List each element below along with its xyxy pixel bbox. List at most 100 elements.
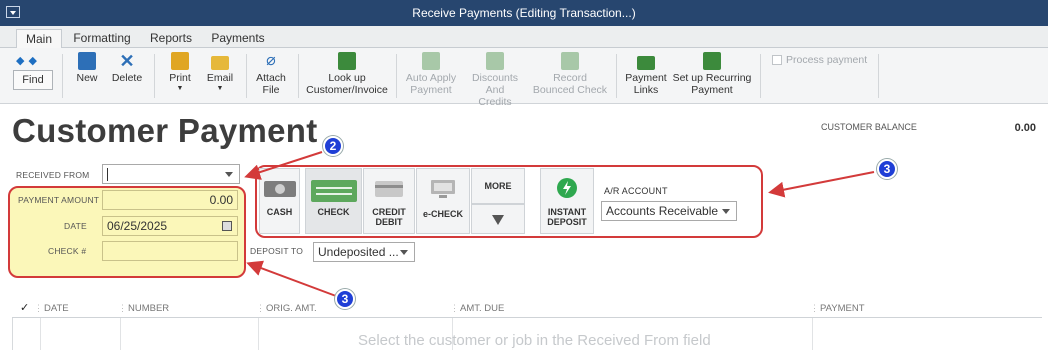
process-payment-checkbox[interactable]: Process payment <box>772 54 867 66</box>
lightning-icon <box>557 178 577 198</box>
title-bar: Receive Payments (Editing Transaction...… <box>0 0 1048 26</box>
instant-label: INSTANT <box>547 207 587 217</box>
recurring-calendar-icon <box>703 52 721 70</box>
new-document-icon <box>78 52 96 70</box>
toolbar-separator <box>396 54 397 98</box>
instant-deposit-label: INSTANT DEPOSIT <box>541 207 593 227</box>
payment-links-label-2: Links <box>633 84 659 96</box>
chevron-down-icon <box>722 209 730 214</box>
attach-label-1: Attach <box>256 72 286 84</box>
email-button[interactable]: Email ▼ <box>204 52 236 92</box>
auto-apply-label-1: Auto Apply <box>405 72 457 84</box>
text-cursor <box>107 168 108 182</box>
toolbar-separator <box>62 54 63 98</box>
ar-account-dropdown[interactable]: Accounts Receivable <box>601 201 737 221</box>
printer-icon <box>171 52 189 70</box>
chevron-down-icon: ▼ <box>176 85 184 92</box>
step-marker-3: 3 <box>877 159 897 179</box>
column-divider: ⋮ <box>118 303 127 313</box>
instant-deposit-button[interactable]: INSTANT DEPOSIT <box>540 168 594 234</box>
received-from-label: RECEIVED FROM <box>16 170 90 180</box>
payment-amount-input[interactable]: 0.00 <box>102 190 238 210</box>
auto-apply-icon <box>422 52 440 70</box>
discounts-credits-button[interactable]: Discounts And Credits <box>462 52 528 108</box>
setup-recurring-payment-button[interactable]: Set up Recurring Payment <box>672 52 752 96</box>
cash-method-button[interactable]: CASH <box>259 168 300 234</box>
tab-payments[interactable]: Payments <box>208 29 268 48</box>
find-button[interactable]: Find <box>13 70 53 90</box>
auto-apply-payment-button[interactable]: Auto Apply Payment <box>404 52 458 96</box>
received-from-dropdown[interactable] <box>102 164 240 184</box>
column-divider: ⋮ <box>256 303 265 313</box>
attach-file-button[interactable]: ⌀ Attach File <box>254 52 288 96</box>
email-icon <box>211 56 229 70</box>
column-divider: ⋮ <box>450 303 459 313</box>
tab-reports[interactable]: Reports <box>146 29 196 48</box>
window-title: Receive Payments (Editing Transaction...… <box>412 6 636 20</box>
prev-next-arrows-icon[interactable]: ◆◆ <box>16 54 41 67</box>
check-method-button[interactable]: CHECK <box>305 168 362 234</box>
column-divider: ⋮ <box>34 303 43 313</box>
empty-table-message: Select the customer or job in the Receiv… <box>358 332 711 349</box>
more-methods-button[interactable]: MORE <box>471 168 525 204</box>
deposit-to-dropdown[interactable]: Undeposited ... <box>313 242 415 262</box>
new-label: New <box>76 72 98 84</box>
toolbar-separator <box>154 54 155 98</box>
date-value: 06/25/2025 <box>107 219 168 233</box>
payment-column-header[interactable]: PAYMENT <box>820 303 865 314</box>
echeck-label: e-CHECK <box>422 209 463 219</box>
process-payment-label: Process payment <box>786 54 868 66</box>
deposit-to-value: Undeposited ... <box>318 245 399 259</box>
lookup-customer-invoice-button[interactable]: Look up Customer/Invoice <box>304 52 390 96</box>
tab-formatting[interactable]: Formatting <box>70 29 134 48</box>
payment-links-button[interactable]: Payment Links <box>624 52 668 96</box>
ribbon-tabs: Main Formatting Reports Payments <box>0 26 1048 48</box>
check-number-label: CHECK # <box>48 246 87 256</box>
toolbar-separator <box>616 54 617 98</box>
toolbar-separator <box>298 54 299 98</box>
monitor-icon <box>431 180 455 198</box>
check-label: CHECK <box>317 207 350 217</box>
more-methods-dropdown[interactable] <box>471 204 525 234</box>
payment-links-icon <box>637 56 655 70</box>
tab-main[interactable]: Main <box>16 29 62 48</box>
number-column-header[interactable]: NUMBER <box>128 303 169 314</box>
toolbar: ◆◆ Find New ✕ Delete Print ▼ Email ▼ ⌀ A… <box>0 48 1048 108</box>
chevron-down-icon <box>225 172 233 177</box>
recurring-label-2: Payment <box>691 84 733 96</box>
record-bounced-check-button[interactable]: Record Bounced Check <box>532 52 608 96</box>
echeck-method-button[interactable]: e-CHECK <box>416 168 470 234</box>
date-input[interactable]: 06/25/2025 <box>102 216 238 236</box>
credit-debit-method-button[interactable]: CREDIT DEBIT <box>363 168 415 234</box>
column-line <box>812 318 813 350</box>
credit-label: CREDIT <box>372 207 406 217</box>
record-label-1: Record <box>553 72 587 84</box>
delete-button[interactable]: ✕ Delete <box>110 52 144 84</box>
toolbar-separator <box>878 54 879 98</box>
attach-label-2: File <box>262 84 280 96</box>
cash-label: CASH <box>266 207 293 217</box>
credit-debit-label: CREDIT DEBIT <box>364 207 414 227</box>
toolbar-separator <box>246 54 247 98</box>
delete-icon: ✕ <box>119 51 135 71</box>
new-button[interactable]: New <box>74 52 100 84</box>
chevron-down-icon <box>492 215 504 225</box>
lookup-label-1: Look up <box>328 72 366 84</box>
orig-amt-column-header[interactable]: ORIG. AMT. <box>266 303 317 314</box>
deposit-label: DEPOSIT <box>547 217 587 227</box>
payment-links-label-1: Payment <box>625 72 667 84</box>
check-number-input[interactable] <box>102 241 238 261</box>
amt-due-column-header[interactable]: AMT. DUE <box>460 303 504 314</box>
deposit-to-label: DEPOSIT TO <box>250 246 304 256</box>
arrow-to-payment-methods <box>768 171 875 198</box>
customer-balance-label: CUSTOMER BALANCE <box>821 122 917 132</box>
calendar-icon[interactable] <box>222 221 232 231</box>
print-button[interactable]: Print ▼ <box>166 52 194 92</box>
date-column-header[interactable]: DATE <box>44 303 69 314</box>
debit-label: DEBIT <box>375 217 403 227</box>
auto-apply-label-2: Payment <box>410 84 452 96</box>
step-marker-2: 2 <box>323 136 343 156</box>
date-label: DATE <box>64 221 87 231</box>
select-column-header[interactable]: ✓ <box>20 301 29 314</box>
record-label-2: Bounced Check <box>532 84 608 96</box>
